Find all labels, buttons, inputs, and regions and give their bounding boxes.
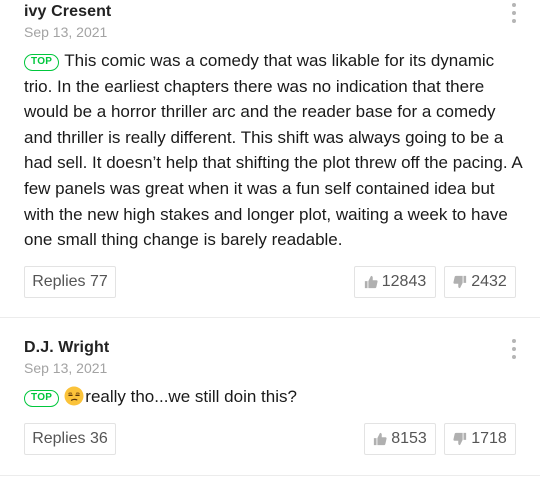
- comment-body: TOP This comic was a comedy that was lika…: [24, 48, 524, 253]
- like-count: 8153: [391, 430, 427, 447]
- more-options-icon[interactable]: [510, 339, 518, 359]
- more-options-icon[interactable]: [510, 3, 518, 23]
- like-count: 12843: [381, 273, 427, 290]
- comment-card: ivy Cresent Sep 13, 2021 TOP This comic w…: [0, 0, 540, 318]
- like-button[interactable]: 12843: [354, 266, 436, 298]
- comment-body: TOP really tho...we still doin this?: [24, 384, 524, 410]
- comment-author[interactable]: ivy Cresent: [24, 3, 111, 21]
- comment-date: Sep 13, 2021: [24, 360, 108, 376]
- comment-author[interactable]: D.J. Wright: [24, 339, 109, 357]
- comment-text: really tho...we still doin this?: [85, 387, 297, 406]
- replies-label: Replies 36: [32, 430, 108, 447]
- like-button[interactable]: 8153: [364, 423, 436, 455]
- replies-label: Replies 77: [32, 273, 108, 290]
- unamused-face-icon: [64, 386, 84, 406]
- thumbs-up-icon: [374, 432, 387, 446]
- comment-card: D.J. Wright Sep 13, 2021 TOP really tho.…: [0, 318, 540, 476]
- thumbs-down-icon: [453, 432, 467, 446]
- thumbs-down-icon: [453, 275, 467, 289]
- comment-date: Sep 13, 2021: [24, 24, 108, 40]
- replies-button[interactable]: Replies 36: [24, 423, 116, 455]
- top-badge: TOP: [24, 54, 60, 71]
- comment-text: This comic was a comedy that was likable…: [24, 51, 522, 250]
- thumbs-up-icon: [364, 275, 378, 289]
- dislike-button[interactable]: 2432: [444, 266, 516, 298]
- comment-divider: [0, 475, 540, 476]
- replies-button[interactable]: Replies 77: [24, 266, 116, 298]
- dislike-button[interactable]: 1718: [444, 423, 516, 455]
- dislike-count: 2432: [471, 273, 507, 290]
- top-badge: TOP: [24, 390, 60, 407]
- dislike-count: 1718: [471, 430, 507, 447]
